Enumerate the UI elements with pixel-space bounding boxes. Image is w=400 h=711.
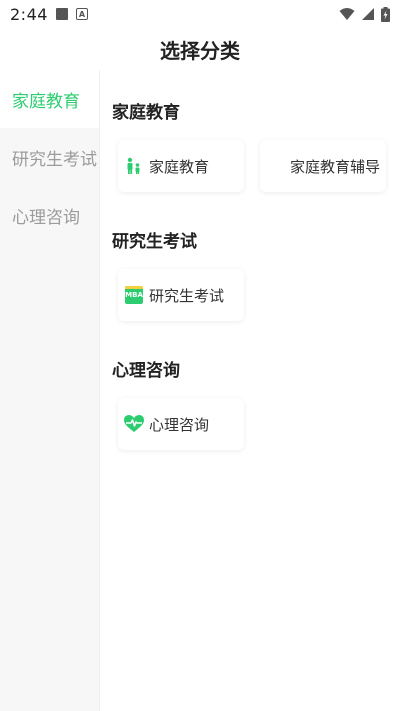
heart-pulse-icon (124, 414, 144, 434)
section-title-graduate-exam: 研究生考试 (112, 232, 197, 252)
notification-square-icon (55, 8, 68, 20)
battery-icon (381, 6, 390, 22)
category-sidebar: 家庭教育 研究生考试 心理咨询 (0, 70, 100, 711)
card-label: 研究生考试 (149, 286, 225, 305)
mba-icon: MBA (124, 285, 144, 305)
card-family-education-tutoring[interactable]: 家庭教育辅导 (260, 140, 386, 192)
sidebar-item-graduate-exam[interactable]: 研究生考试 (0, 128, 99, 186)
card-family-education[interactable]: 家庭教育 (118, 140, 244, 192)
sidebar-item-family-education[interactable]: 家庭教育 (0, 70, 99, 128)
wifi-icon (339, 8, 355, 20)
card-psychological-counseling[interactable]: 心理咨询 (118, 398, 244, 450)
sidebar-item-label: 心理咨询 (12, 207, 80, 228)
category-content: 家庭教育 家庭教育 家庭教育辅导 研究生考试 MBA 研究生考试 心理咨询 心理… (100, 70, 400, 711)
status-bar: 2:44 A (0, 0, 400, 28)
page-title: 选择分类 (160, 38, 240, 63)
status-left: 2:44 A (10, 5, 88, 24)
card-graduate-exam[interactable]: MBA 研究生考试 (118, 269, 244, 321)
card-label: 家庭教育 (149, 157, 210, 176)
sidebar-item-psychological-counseling[interactable]: 心理咨询 (0, 186, 99, 244)
section-title-psychological-counseling: 心理咨询 (112, 361, 180, 381)
sidebar-item-label: 研究生考试 (12, 149, 97, 170)
status-time: 2:44 (10, 4, 48, 24)
section-title-family-education: 家庭教育 (112, 103, 180, 123)
title-bar: 选择分类 (0, 28, 400, 70)
sidebar-item-label: 家庭教育 (12, 91, 80, 112)
family-icon (124, 156, 144, 176)
mba-icon-text: MBA (125, 291, 143, 299)
card-label: 心理咨询 (149, 415, 210, 434)
screen: 2:44 A 选择分类 家庭教育 研究生考试 心理咨询 家庭教育 家庭教育 家庭… (0, 0, 400, 711)
status-right (339, 6, 390, 22)
card-label: 家庭教育辅导 (290, 157, 381, 176)
signal-icon (362, 8, 374, 20)
notification-a-icon: A (75, 8, 88, 20)
